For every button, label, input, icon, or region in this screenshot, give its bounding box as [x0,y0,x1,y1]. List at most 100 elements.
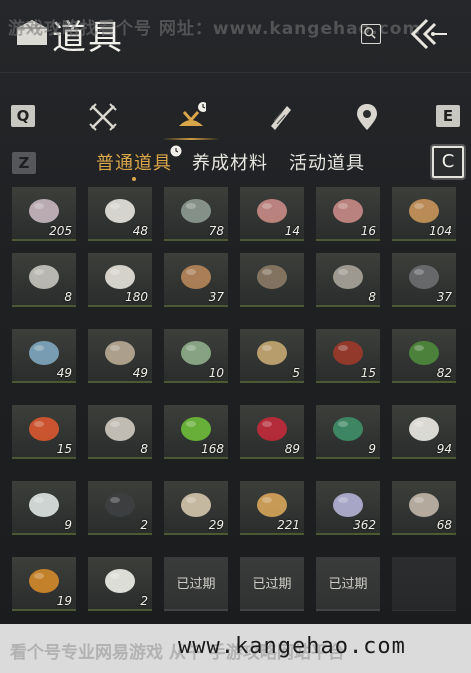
item-slot-spiky-fish[interactable]: 37 [164,253,228,307]
watermark-text: 游戏攻略找看个号 网址：www.kangehao.com [8,19,422,39]
subtab-normal-items[interactable]: 普通道具 [96,145,182,181]
herb-packet-icon [29,493,59,517]
search-icon [364,27,376,39]
category-tabs: Q E [0,92,471,142]
next-category-key[interactable]: E [436,105,460,127]
expired-label: 已过期 [252,577,292,592]
item-quantity: 29 [208,518,224,532]
item-slot-snowball[interactable]: 2 [88,557,152,611]
search-button[interactable] [361,24,381,44]
item-quantity: 37 [208,290,224,304]
expired-label: 已过期 [328,577,368,592]
item-slot-white-feather[interactable]: 48 [88,187,152,241]
item-quantity: 15 [360,366,376,380]
scroll-icon[interactable] [265,102,295,132]
shrimp-icon [105,417,135,441]
item-slot-purple-spider-lily[interactable]: 362 [316,481,380,535]
item-slot-bread-pile[interactable]: 221 [240,481,304,535]
active-subtab-dot [132,177,136,181]
item-slot-green-stones[interactable]: 9 [316,405,380,459]
item-quantity: 14 [284,224,300,238]
item-quantity: 221 [277,518,300,532]
item-quantity: 16 [360,224,376,238]
item-slot-grouper-fish[interactable] [240,253,304,307]
item-slot-hide[interactable]: 104 [392,187,456,241]
item-quantity: 15 [56,442,72,456]
item-slot-expired-bottle[interactable]: 已过期 [164,557,228,611]
subtab-event-items[interactable]: 活动道具 [289,149,365,175]
expired-label: 已过期 [176,577,216,592]
item-quantity: 362 [353,518,376,532]
item-slot-dark-feather[interactable]: 78 [164,187,228,241]
item-slot-herb-packet[interactable]: 9 [12,481,76,535]
item-quantity: 10 [208,366,224,380]
subtab-cultivation-materials[interactable]: 养成材料 [192,149,268,175]
item-quantity: 49 [56,366,72,380]
clock-badge-icon [170,145,182,157]
item-slot-green-melon[interactable]: 10 [164,329,228,383]
item-slot-raw-meat-2[interactable]: 16 [316,187,380,241]
item-quantity: 9 [368,442,376,456]
item-slot-ruby-ore[interactable]: 89 [240,405,304,459]
item-slot-black-feather[interactable]: 2 [88,481,152,535]
item-quantity: 19 [56,594,72,608]
back-button[interactable] [405,14,451,54]
item-slot-milk-bowl[interactable]: 29 [164,481,228,535]
quills-icon [29,265,59,289]
item-slot-quills[interactable]: 8 [12,253,76,307]
item-slot-expired-box[interactable]: 已过期 [240,557,304,611]
item-quantity: 82 [436,366,452,380]
item-slot-white-orchid[interactable]: 94 [392,405,456,459]
bundle-icon [179,102,208,126]
rice-bags-icon [257,341,287,365]
item-slot-spine-bone[interactable]: 49 [88,329,152,383]
item-slot-blue-crystal[interactable]: 49 [12,329,76,383]
item-slot-empty [392,557,456,611]
item-quantity: 37 [436,290,452,304]
item-quantity: 48 [132,224,148,238]
item-slot-jade-orb[interactable]: 168 [164,405,228,459]
item-quantity: 78 [208,224,224,238]
silver-fish-icon [333,265,363,289]
item-quantity: 89 [284,442,300,456]
item-grid: 205 48 78 14 16 104 8 180 37 8 37 49 49 10 5 15 82 15 8 168… [12,187,468,627]
prev-subtab-key[interactable]: Z [12,152,36,174]
item-slot-chrysanthemum[interactable]: 68 [392,481,456,535]
tab-bundle[interactable] [162,102,220,140]
item-slot-red-herb[interactable]: 15 [316,329,380,383]
item-slot-silver-fish[interactable]: 8 [316,253,380,307]
item-slot-raw-meat[interactable]: 14 [240,187,304,241]
item-quantity: 49 [132,366,148,380]
item-quantity: 8 [140,442,148,456]
item-quantity: 8 [368,290,376,304]
item-quantity: 180 [125,290,148,304]
snowball-icon [105,569,135,593]
item-slot-shrimp[interactable]: 8 [88,405,152,459]
back-arrow-icon [410,18,447,50]
prev-category-key[interactable]: Q [11,105,35,127]
item-slot-rice-bags[interactable]: 5 [240,329,304,383]
header: 道具 游戏攻略找看个号 网址：www.kangehao.com [0,0,471,72]
subtabs: Z 普通道具 养成材料 活动道具 [0,144,471,184]
item-slot-white-fur[interactable]: 180 [88,253,152,307]
item-slot-koi-fish[interactable]: 15 [12,405,76,459]
next-subtab-key[interactable]: C [432,146,464,178]
item-slot-iron-ore[interactable]: 37 [392,253,456,307]
item-slot-expired-card[interactable]: 已过期 [316,557,380,611]
item-slot-green-herb[interactable]: 82 [392,329,456,383]
black-feather-icon [105,493,135,517]
item-quantity: 2 [140,518,148,532]
grouper-fish-icon [257,265,287,289]
item-slot-berry-sprig[interactable]: 19 [12,557,76,611]
crossed-swords-icon[interactable] [88,102,118,132]
item-quantity: 9 [64,518,72,532]
watermark-url: www.kangehao.com [178,634,406,659]
item-quantity: 205 [49,224,72,238]
item-quantity: 104 [429,224,452,238]
item-quantity: 168 [201,442,224,456]
header-divider [0,72,471,73]
location-pin-icon[interactable] [352,102,382,132]
item-slot-flower-branch[interactable]: 205 [12,187,76,241]
item-quantity: 68 [436,518,452,532]
item-quantity: 5 [292,366,300,380]
